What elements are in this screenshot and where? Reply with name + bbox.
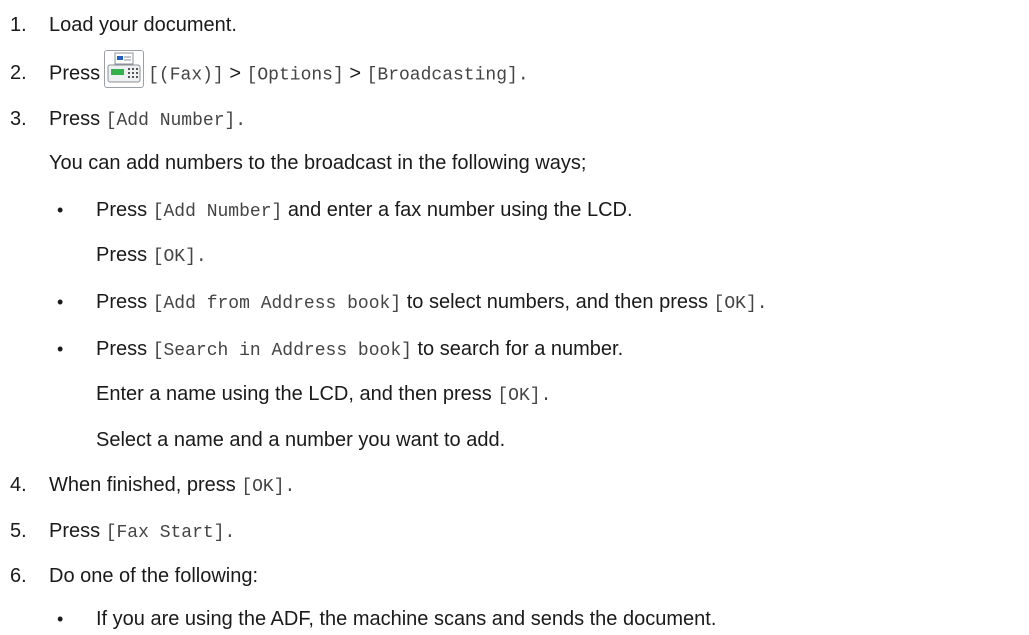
address-book-code: [Add from Address book] [152, 294, 402, 314]
step-number: 1. [10, 14, 27, 36]
add-number-code: [Add Number]. [105, 111, 247, 131]
bullet-text: Press [OK]. [96, 242, 207, 270]
instructions-page: 1. Load your document. 2. Press [(Fax)] … [0, 0, 1029, 635]
step-number: 5. [10, 520, 27, 542]
fax-icon [104, 50, 145, 88]
bullet-text: Press [Search in Address book] to search… [96, 336, 623, 364]
bullet-rest: Enter a name using the LCD, and then pre… [96, 383, 492, 405]
step-number: 2. [10, 62, 27, 84]
add-number-code: [Add Number] [152, 202, 283, 222]
bullet-rest: and enter a fax number using the LCD. [287, 199, 633, 221]
ok-code: [OK]. [241, 477, 296, 497]
press-label: Press [49, 520, 101, 542]
note-text: You can add numbers to the broadcast in … [49, 152, 587, 174]
step-text: Press [Fax Start]. [49, 518, 235, 546]
search-address-book-code: [Search in Address book] [152, 341, 412, 361]
bullet-icon: • [57, 292, 64, 312]
bullet-rest: to select numbers, and then press [406, 291, 708, 313]
fax-code: [(Fax)] [148, 65, 224, 86]
step-text: When finished, press [OK]. [49, 472, 295, 500]
bullet-text: Enter a name using the LCD, and then pre… [96, 381, 551, 409]
ok-code: [OK]. [497, 386, 552, 406]
bullet-text: Press [Add from Address book] to select … [96, 289, 768, 317]
step-number: 3. [10, 108, 27, 130]
bullet-text: Select a name and a number you want to a… [96, 429, 506, 451]
options-code: [Options] [246, 65, 344, 86]
press-label: Press [96, 291, 148, 313]
press-label: Press [96, 338, 148, 360]
press-label: Press [49, 62, 101, 85]
bullet-icon: • [57, 609, 64, 629]
ok-code: [OK]. [713, 294, 768, 314]
bullet-icon: • [57, 339, 64, 359]
fax-start-code: [Fax Start]. [105, 523, 236, 543]
step-text: Do one of the following: [49, 565, 259, 587]
ok-code: [OK]. [152, 247, 207, 267]
bullet-rest: to search for a number. [417, 338, 624, 360]
bullet-text: If you are using the ADF, the machine sc… [96, 608, 717, 630]
step-number: 4. [10, 474, 27, 496]
press-label: Press [96, 244, 148, 266]
step-number: 6. [10, 565, 27, 587]
step-text: Press [(Fax)] > [Options] > [Broadcastin… [49, 50, 529, 88]
bullet-text: Press [Add Number] and enter a fax numbe… [96, 197, 633, 225]
press-label: Press [96, 199, 148, 221]
step-text: Load your document. [49, 14, 237, 36]
bullet-icon: • [57, 200, 64, 220]
step-text: Press [Add Number]. [49, 106, 246, 134]
press-label: Press [49, 108, 101, 130]
separator: > [229, 62, 241, 85]
broadcasting-code: [Broadcasting]. [366, 65, 529, 86]
separator: > [349, 62, 362, 85]
step-phrase: When finished, press [49, 474, 236, 496]
